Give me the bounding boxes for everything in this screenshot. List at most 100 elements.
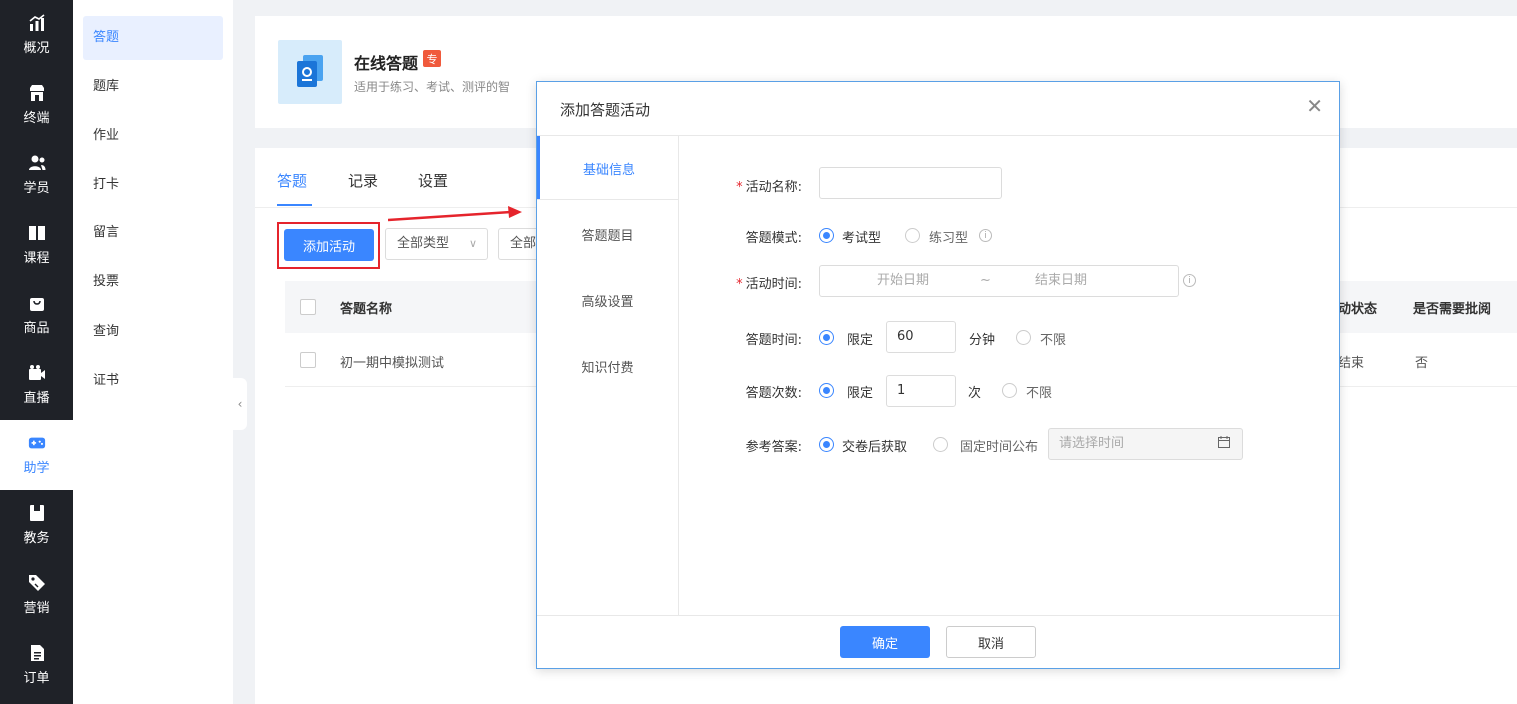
nav-item-label: 订单	[23, 671, 50, 686]
bag-icon	[28, 294, 46, 312]
info-icon[interactable]: i	[1183, 274, 1196, 287]
app-description: 适用于练习、考试、测评的智	[354, 80, 511, 94]
add-activity-button[interactable]: 添加活动	[284, 229, 374, 261]
subnav-item-query[interactable]: 查询	[83, 310, 223, 354]
quiz-duration-label: 答题时间:	[745, 333, 802, 348]
nav-item-learning-aid[interactable]: 助学	[0, 420, 73, 490]
main-nav: 概况 终端 学员 课程 商品 直播 助学 教务 营销 订单	[0, 0, 73, 704]
duration-unlimited-label: 不限	[1040, 333, 1067, 348]
attempts-unlimited-radio[interactable]	[1002, 383, 1017, 398]
reference-answer-label: 参考答案:	[745, 440, 802, 455]
add-activity-modal: 添加答题活动 ✕ 基础信息 答题题目 高级设置 知识付费 * 活动名称: 答题模式…	[536, 81, 1340, 669]
duration-unlimited-radio[interactable]	[1016, 330, 1031, 345]
subnav-item-message[interactable]: 留言	[83, 211, 223, 255]
nav-item-label: 学员	[23, 181, 50, 196]
type-filter-select[interactable]: 全部类型 ∨	[385, 228, 488, 260]
collapse-sidebar-toggle[interactable]: ‹	[233, 378, 247, 430]
nav-item-terminal[interactable]: 终端	[0, 70, 73, 140]
nav-item-label: 课程	[23, 251, 50, 266]
side-tab-divider	[537, 199, 679, 200]
nav-item-courses[interactable]: 课程	[0, 210, 73, 280]
nav-item-label: 教务	[23, 531, 50, 546]
duration-unit-label: 分钟	[969, 333, 996, 348]
column-header-name: 答题名称	[340, 302, 393, 317]
tab-records[interactable]: 记录	[348, 170, 378, 191]
attempts-limit-radio[interactable]	[819, 383, 834, 398]
nav-item-students[interactable]: 学员	[0, 140, 73, 210]
attempts-limit-label: 限定	[847, 386, 874, 401]
app-title: 在线答题	[354, 54, 419, 73]
nav-item-goods[interactable]: 商品	[0, 280, 73, 350]
answer-after-submit-label: 交卷后获取	[842, 440, 908, 455]
mode-exam-label: 考试型	[842, 231, 882, 246]
answer-after-submit-radio[interactable]	[819, 437, 834, 452]
activity-name-label: * 活动名称:	[736, 180, 802, 195]
answer-fixed-time-radio[interactable]	[933, 437, 948, 452]
required-mark: *	[736, 277, 743, 292]
activity-time-label: * 活动时间:	[736, 277, 802, 292]
activity-name-input[interactable]	[819, 167, 1002, 199]
subnav-item-checkin[interactable]: 打卡	[83, 163, 223, 207]
modal-side-tabs: 基础信息 答题题目 高级设置 知识付费	[537, 136, 679, 616]
duration-minutes-input[interactable]: 60	[886, 321, 956, 353]
folder-icon	[28, 504, 46, 522]
nav-item-label: 商品	[23, 321, 50, 336]
book-icon	[28, 224, 46, 242]
subnav-item-quiz[interactable]: 答题	[83, 16, 223, 60]
quiz-mode-label: 答题模式:	[745, 231, 802, 246]
nav-item-live[interactable]: 直播	[0, 350, 73, 420]
nav-item-academic[interactable]: 教务	[0, 490, 73, 560]
subnav-item-question-bank[interactable]: 题库	[83, 65, 223, 109]
active-tab-indicator	[277, 204, 312, 206]
side-tab-paid-knowledge[interactable]: 知识付费	[537, 334, 678, 398]
column-header-status: 动状态	[1338, 302, 1378, 317]
modal-footer-divider	[537, 615, 1339, 616]
camera-icon	[28, 364, 46, 382]
gamepad-icon	[28, 434, 46, 452]
row-status: 结束	[1338, 356, 1365, 371]
activity-date-range[interactable]: 开始日期 ~ 结束日期	[819, 265, 1179, 297]
nav-item-label: 直播	[23, 391, 50, 406]
nav-item-marketing[interactable]: 营销	[0, 560, 73, 630]
mode-exam-radio[interactable]	[819, 228, 834, 243]
subnav-item-vote[interactable]: 投票	[83, 260, 223, 304]
duration-limit-radio[interactable]	[819, 330, 834, 345]
duration-limit-label: 限定	[847, 333, 874, 348]
quiz-app-icon	[278, 40, 342, 104]
nav-item-orders[interactable]: 订单	[0, 630, 73, 700]
store-icon	[28, 84, 46, 102]
end-date-placeholder: 结束日期	[1035, 273, 1088, 288]
subnav-item-homework[interactable]: 作业	[83, 114, 223, 158]
subnav-item-certificate[interactable]: 证书	[83, 359, 223, 403]
tab-settings[interactable]: 设置	[418, 170, 448, 191]
side-tab-basic-info[interactable]: 基础信息	[537, 136, 678, 200]
side-tab-advanced[interactable]: 高级设置	[537, 268, 678, 332]
cancel-button[interactable]: 取消	[946, 626, 1036, 658]
answer-fixed-time-label: 固定时间公布	[960, 440, 1039, 455]
type-filter-value: 全部类型	[397, 236, 450, 251]
row-checkbox[interactable]	[300, 352, 316, 368]
confirm-button[interactable]: 确定	[840, 626, 930, 658]
status-filter-value: 全部	[510, 236, 537, 251]
annotation-arrow	[388, 206, 522, 222]
users-icon	[28, 154, 46, 172]
nav-item-label: 营销	[23, 601, 50, 616]
sub-nav: 答题 题库 作业 打卡 留言 投票 查询 证书	[73, 0, 233, 704]
document-icon	[28, 644, 46, 662]
required-mark: *	[736, 180, 743, 195]
info-icon[interactable]: i	[979, 229, 992, 242]
column-header-review: 是否需要批阅	[1413, 302, 1492, 317]
nav-item-overview[interactable]: 概况	[0, 0, 73, 70]
start-date-placeholder: 开始日期	[877, 273, 930, 288]
answer-time-picker[interactable]: 请选择时间	[1048, 428, 1243, 460]
nav-item-label: 概况	[23, 41, 50, 56]
answer-time-placeholder: 请选择时间	[1059, 436, 1125, 451]
tab-quiz[interactable]: 答题	[277, 170, 307, 191]
attempts-count-input[interactable]: 1	[886, 375, 956, 407]
mode-practice-label: 练习型	[929, 231, 969, 246]
side-tab-questions[interactable]: 答题题目	[537, 202, 678, 266]
mode-practice-radio[interactable]	[905, 228, 920, 243]
select-all-checkbox[interactable]	[300, 299, 316, 315]
close-icon[interactable]: ✕	[1306, 94, 1323, 118]
row-name: 初一期中模拟测试	[340, 356, 445, 371]
